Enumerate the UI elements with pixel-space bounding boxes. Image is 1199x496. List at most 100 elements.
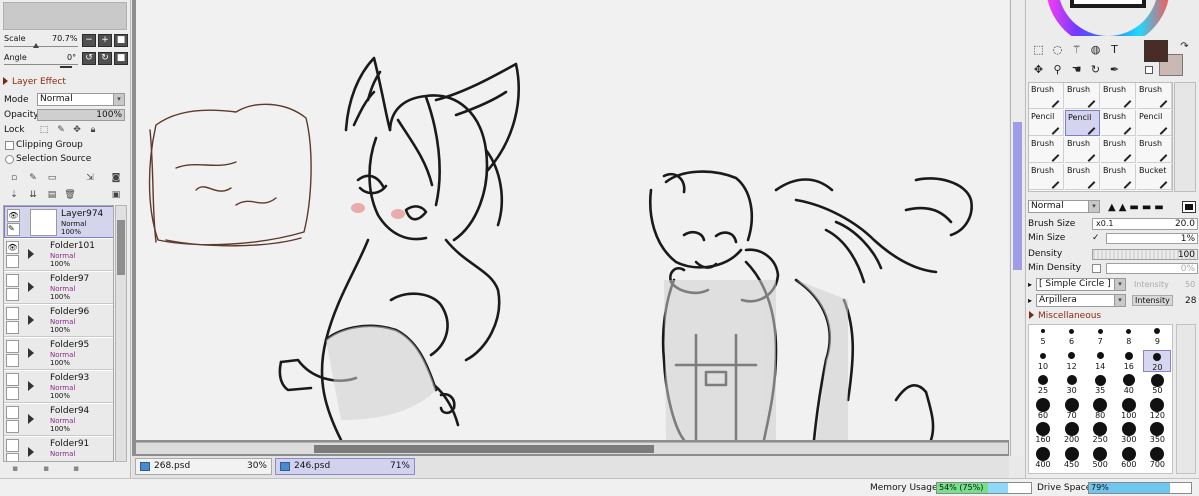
- brush-preset[interactable]: Pencil: [1065, 110, 1100, 136]
- folder-expand-icon[interactable]: [28, 249, 34, 259]
- visibility-toggle[interactable]: [6, 274, 19, 287]
- brush-size-preset[interactable]: 50: [1143, 373, 1171, 396]
- text-tool-icon[interactable]: T: [1106, 41, 1123, 58]
- move-layer-icon[interactable]: ⇲: [84, 172, 96, 184]
- rotate-tool-icon[interactable]: ↻: [1087, 61, 1104, 78]
- brush-size-preset[interactable]: 500: [1086, 447, 1114, 470]
- layer-row[interactable]: Folder91 Normal: [4, 437, 113, 461]
- brush-size-preset[interactable]: 100: [1115, 397, 1143, 421]
- min-size-slider[interactable]: 1%: [1106, 233, 1198, 244]
- layer-scroll-thumb[interactable]: [117, 220, 125, 275]
- selection-pen-icon[interactable]: ◍: [1087, 41, 1104, 58]
- folder-expand-icon[interactable]: [28, 447, 34, 457]
- layer-lock-checkbox[interactable]: [6, 387, 19, 400]
- brush-preset[interactable]: Brush: [1137, 83, 1172, 109]
- brush-size-preset[interactable]: 7: [1086, 325, 1114, 347]
- layer-lock-checkbox[interactable]: [6, 354, 19, 367]
- brush-size-preset[interactable]: 350: [1143, 422, 1171, 445]
- layer-effect-header[interactable]: Layer Effect: [0, 75, 130, 89]
- new-layer-icon[interactable]: ▫: [8, 172, 20, 184]
- brush-size-preset[interactable]: 400: [1029, 447, 1057, 470]
- brush-size-preset[interactable]: 250: [1086, 422, 1114, 445]
- folder-expand-icon[interactable]: [28, 414, 34, 424]
- layer-lock-checkbox[interactable]: [6, 321, 19, 334]
- brush-preset[interactable]: Brush: [1065, 164, 1100, 190]
- layer-lock-checkbox[interactable]: [6, 288, 19, 301]
- layer-panel-handle-icon[interactable]: ▪: [9, 463, 21, 475]
- merge-down-icon[interactable]: ⇊: [27, 189, 39, 201]
- brush-shape-dropdown[interactable]: [ Simple Circle ] ▾: [1036, 278, 1126, 291]
- folder-expand-icon[interactable]: [28, 282, 34, 292]
- brush-tool-grid[interactable]: Brush Brush Brush Brush Pencil Pencil Brush Pen…: [1028, 82, 1173, 192]
- density-slider[interactable]: 100: [1092, 249, 1198, 260]
- scale-slider-handle[interactable]: [33, 43, 39, 48]
- brush-size-preset[interactable]: 10: [1029, 350, 1057, 372]
- layer-list[interactable]: 👁︎ ✎ Layer974 Normal 100% 👁︎ Folder101 Normal 10…: [3, 205, 114, 462]
- folder-expand-icon[interactable]: [28, 315, 34, 325]
- brush-preset[interactable]: Brush: [1065, 137, 1100, 163]
- brush-preset[interactable]: Brush: [1029, 83, 1064, 109]
- layer-panel-handle-icon[interactable]: ▪: [40, 463, 52, 475]
- new-folder-icon[interactable]: ▭: [46, 172, 58, 184]
- opacity-slider[interactable]: 100%: [37, 109, 125, 121]
- angle-slider[interactable]: [4, 64, 78, 65]
- layer-list-scrollbar[interactable]: [115, 205, 127, 462]
- move-tool-icon[interactable]: ✥: [1030, 61, 1047, 78]
- folder-expand-icon[interactable]: [28, 381, 34, 391]
- new-linework-layer-icon[interactable]: ✎: [27, 172, 39, 184]
- brush-size-preset[interactable]: 700: [1143, 447, 1171, 470]
- layer-row[interactable]: 👁︎ ✎ Layer974 Normal 100%: [4, 206, 113, 238]
- visibility-toggle[interactable]: [6, 406, 19, 419]
- canvas-horizontal-scrollbar[interactable]: [136, 442, 1008, 454]
- blend-mode-dropdown[interactable]: Normal ▾: [37, 93, 125, 106]
- brush-size-preset[interactable]: 300: [1115, 422, 1143, 445]
- layer-lock-checkbox[interactable]: ✎: [7, 223, 20, 236]
- brush-size-preset[interactable]: 200: [1058, 422, 1086, 445]
- rect-select-icon[interactable]: ⬚: [1030, 41, 1047, 58]
- layer-row[interactable]: Folder94 Normal 100%: [4, 404, 113, 436]
- miscellaneous-header[interactable]: Miscellaneous: [1026, 309, 1196, 323]
- brush-size-preset[interactable]: 70: [1058, 397, 1086, 421]
- brush-preset[interactable]: Brush: [1101, 110, 1136, 136]
- brush-preset[interactable]: Brush: [1029, 164, 1064, 190]
- delete-layer-icon[interactable]: 🗑︎: [64, 189, 76, 201]
- lock-paint-icon[interactable]: ✎: [55, 124, 67, 136]
- layer-lock-checkbox[interactable]: [6, 255, 19, 268]
- brush-size-presets[interactable]: 5 6 7 8 9 10 12 14 16 20 25 30 35 40 50 60 70 80 100 120 160…: [1028, 324, 1173, 474]
- clear-layer-icon[interactable]: ▤: [46, 189, 58, 201]
- min-density-checkbox[interactable]: [1092, 264, 1101, 273]
- brush-size-preset[interactable]: 14: [1086, 350, 1114, 372]
- layer-row[interactable]: Folder95 Normal 100%: [4, 338, 113, 370]
- layer-row[interactable]: Folder97 Normal 100%: [4, 272, 113, 304]
- layer-row[interactable]: Folder93 Normal 100%: [4, 371, 113, 403]
- brush-size-preset[interactable]: 600: [1115, 447, 1143, 470]
- merge-visible-icon[interactable]: ▣: [110, 189, 122, 201]
- scale-slider[interactable]: [4, 46, 78, 47]
- eye-icon[interactable]: 👁︎: [6, 241, 19, 254]
- angle-slider-handle[interactable]: [60, 66, 72, 68]
- brush-size-preset[interactable]: 8: [1115, 325, 1143, 347]
- texture-intensity-value[interactable]: 28: [1185, 296, 1196, 306]
- layer-mask-icon[interactable]: ◙: [110, 172, 122, 184]
- zoom-out-button[interactable]: −: [82, 34, 96, 47]
- color-wheel[interactable]: [1038, 0, 1178, 36]
- visibility-toggle[interactable]: [6, 439, 19, 452]
- layer-row[interactable]: Folder96 Normal 100%: [4, 305, 113, 337]
- brush-grid-scrollbar[interactable]: [1174, 82, 1196, 192]
- brush-size-preset[interactable]: 20: [1143, 349, 1172, 372]
- eyedropper-icon[interactable]: ✒: [1106, 61, 1123, 78]
- folder-expand-icon[interactable]: [28, 348, 34, 358]
- rotate-right-button[interactable]: ↻: [98, 52, 112, 65]
- brush-size-preset[interactable]: 450: [1058, 447, 1086, 470]
- clipping-group-checkbox[interactable]: [5, 141, 14, 150]
- brush-preset[interactable]: Brush: [1101, 137, 1136, 163]
- brush-shape-square-icon[interactable]: [1182, 201, 1196, 213]
- transfer-down-icon[interactable]: ⇣: [8, 189, 20, 201]
- selection-source-checkbox[interactable]: [5, 155, 14, 164]
- brush-preset[interactable]: Brush: [1137, 137, 1172, 163]
- brush-shape-icons[interactable]: ▲▲▬▬▬: [1108, 202, 1167, 213]
- brush-size-preset[interactable]: 80: [1086, 397, 1114, 421]
- canvas-vertical-scrollbar[interactable]: [1010, 0, 1024, 456]
- brush-size-preset[interactable]: 120: [1143, 397, 1171, 421]
- brush-preset[interactable]: Brush: [1065, 83, 1100, 109]
